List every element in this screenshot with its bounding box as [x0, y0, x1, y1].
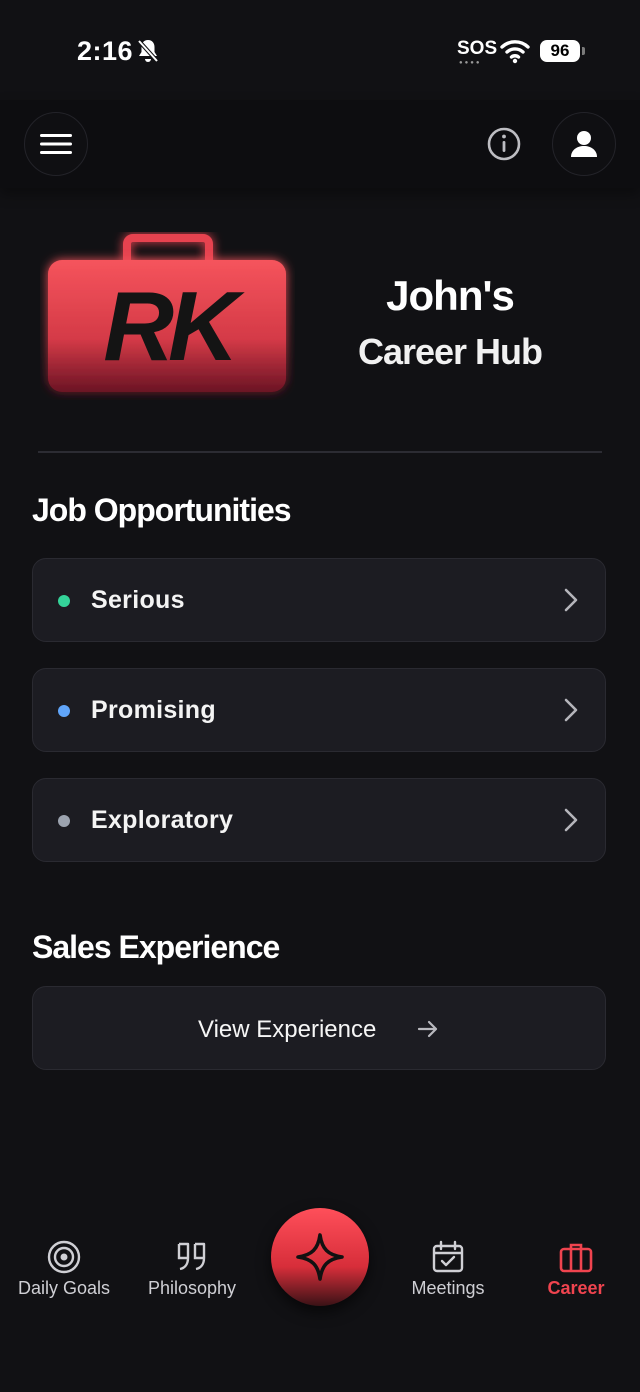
status-dot-green — [58, 595, 70, 607]
rk-briefcase-logo: RK — [48, 234, 286, 392]
hub-title-name: John's — [386, 272, 515, 319]
app-header — [0, 100, 640, 188]
chevron-right-icon — [564, 588, 578, 612]
status-bar: 2:16 SOS ●●●● 96 — [0, 0, 640, 100]
hub-title-subtitle: Career Hub — [357, 331, 543, 372]
job-card-promising[interactable]: Promising — [32, 668, 606, 752]
hamburger-menu-icon — [40, 134, 72, 154]
logo-text: RK — [103, 271, 245, 381]
wifi-icon — [500, 40, 530, 64]
job-card-exploratory[interactable]: Exploratory — [32, 778, 606, 862]
nav-meetings[interactable]: Meetings — [384, 1240, 512, 1299]
nav-label: Philosophy — [147, 1278, 237, 1298]
user-icon — [571, 131, 597, 157]
sparkle-action-button[interactable] — [271, 1208, 369, 1306]
nav-career[interactable]: Career — [512, 1240, 640, 1299]
nav-label: Daily Goals — [17, 1278, 111, 1298]
profile-button[interactable] — [552, 112, 616, 176]
quote-icon — [177, 1242, 206, 1271]
status-time: 2:16 — [77, 36, 134, 66]
job-card-serious[interactable]: Serious — [32, 558, 606, 642]
sparkle-icon — [296, 1233, 344, 1281]
bell-slash-icon — [137, 39, 159, 63]
battery-icon: 96 — [540, 40, 580, 62]
view-experience-label: View Experience — [198, 1016, 377, 1043]
target-icon — [47, 1240, 81, 1274]
hub-title: John's Career Hub — [330, 268, 570, 380]
job-card-label: Promising — [91, 696, 216, 724]
nav-label: Meetings — [411, 1278, 485, 1298]
calendar-check-icon — [432, 1240, 464, 1273]
briefcase-icon — [559, 1243, 593, 1273]
nav-philosophy[interactable]: Philosophy — [128, 1240, 256, 1299]
signal-dots: ●●●● — [459, 60, 482, 66]
job-card-label: Exploratory — [91, 806, 234, 834]
chevron-right-icon — [564, 698, 578, 722]
divider — [38, 451, 602, 453]
job-opportunities-heading: Job Opportunities — [32, 492, 292, 528]
sales-experience-heading: Sales Experience — [32, 929, 280, 965]
arrow-right-icon — [417, 1020, 438, 1038]
view-experience-button[interactable]: View Experience — [32, 986, 606, 1070]
battery-tip — [582, 47, 585, 55]
carrier-sos: SOS — [457, 38, 498, 59]
nav-label: Career — [547, 1278, 605, 1298]
nav-daily-goals[interactable]: Daily Goals — [0, 1240, 128, 1299]
job-card-label: Serious — [91, 586, 185, 614]
menu-button[interactable] — [24, 112, 88, 176]
status-dot-gray — [58, 815, 70, 827]
info-icon[interactable] — [486, 126, 522, 162]
status-dot-blue — [58, 705, 70, 717]
chevron-right-icon — [564, 808, 578, 832]
